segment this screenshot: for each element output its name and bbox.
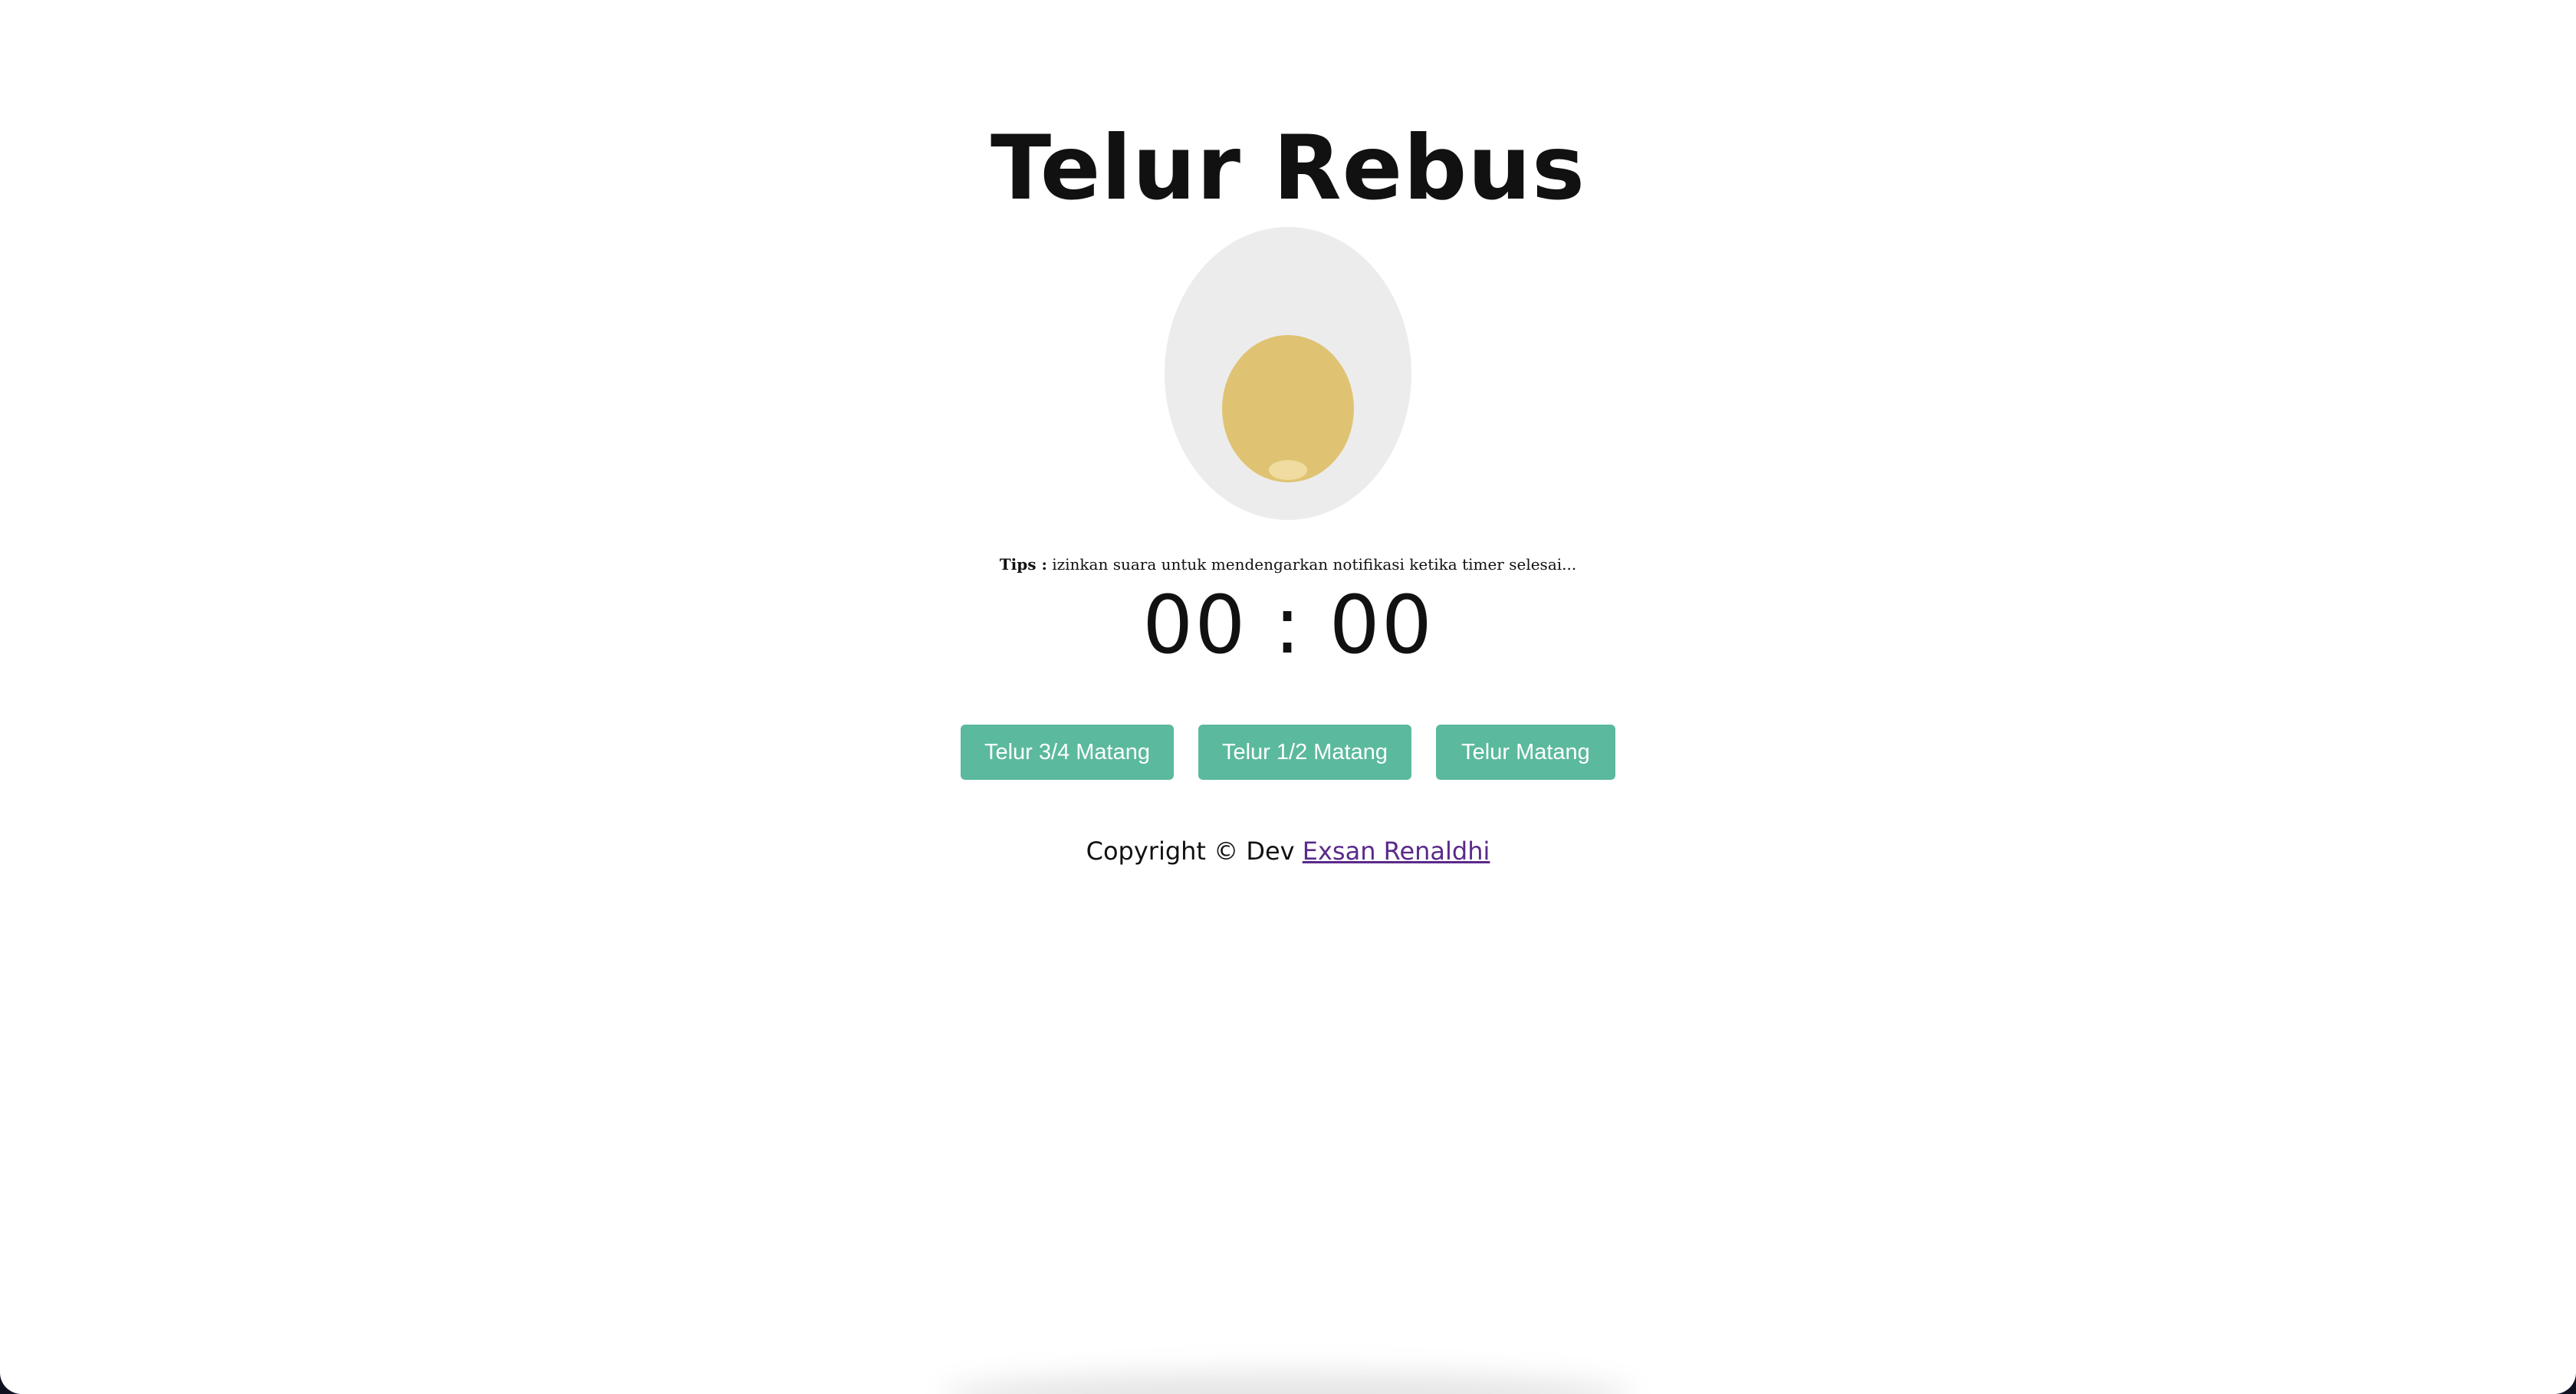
timer-minutes: 00 bbox=[1142, 578, 1247, 672]
copyright-text: Copyright © Dev bbox=[1086, 837, 1295, 866]
author-link[interactable]: Exsan Renaldhi bbox=[1303, 837, 1490, 866]
three-quarter-cooked-button[interactable]: Telur 3/4 Matang bbox=[961, 725, 1174, 780]
cook-options: Telur 3/4 Matang Telur 1/2 Matang Telur … bbox=[0, 725, 2576, 780]
timer-seconds: 00 bbox=[1329, 578, 1434, 672]
page-title: Telur Rebus bbox=[991, 116, 1585, 220]
dock-shadow bbox=[943, 1373, 1633, 1394]
timer-display: 00 : 00 bbox=[0, 577, 2576, 673]
browser-window: Telur Rebus Tips : izinkan suara untuk m… bbox=[0, 0, 2576, 1394]
tips-message: izinkan suara untuk mendengarkan notifik… bbox=[1052, 555, 1577, 574]
tips-label: Tips : bbox=[999, 555, 1047, 574]
tips-text: Tips : izinkan suara untuk mendengarkan … bbox=[0, 554, 2576, 575]
footer: Copyright © Dev Exsan Renaldhi bbox=[0, 833, 2576, 870]
yolk-highlight bbox=[1269, 460, 1307, 480]
timer-separator: : bbox=[1273, 578, 1303, 672]
half-cooked-button[interactable]: Telur 1/2 Matang bbox=[1198, 725, 1411, 780]
fully-cooked-button[interactable]: Telur Matang bbox=[1436, 725, 1615, 780]
